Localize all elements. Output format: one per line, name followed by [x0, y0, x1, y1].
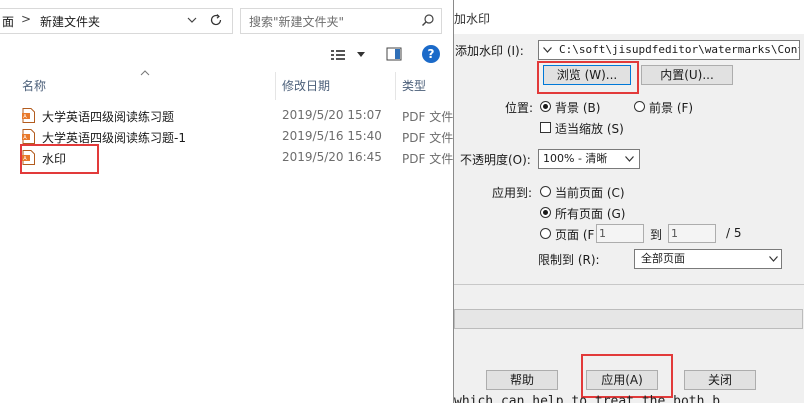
view-dropdown-icon[interactable] [356, 50, 366, 58]
page-to-input[interactable]: 1 [668, 224, 716, 243]
column-header-type[interactable]: 类型 [402, 72, 426, 100]
chevron-down-icon[interactable] [625, 156, 634, 162]
help-button[interactable]: 帮助 [486, 370, 558, 390]
opacity-label: 不透明度(O): [460, 153, 531, 167]
foreground-option-label[interactable]: 前景 (F) [649, 99, 693, 116]
file-row[interactable]: A 水印 2019/5/20 16:45 PDF 文件 [0, 147, 453, 169]
file-explorer-window: 面 > 新建文件夹 搜索"新建文件夹" ? 名称 修改日期 类型 A 大学英语四… [0, 0, 453, 403]
limit-to-value: 全部页面 [641, 252, 685, 265]
watermark-path-value: C:\soft\jisupdfeditor\watermarks\Confide [559, 43, 800, 56]
file-type: PDF 文件 [402, 152, 454, 166]
background-radio[interactable] [540, 101, 551, 112]
page-total-label: / 5 [726, 226, 742, 240]
page-to-label: 到 [650, 228, 663, 242]
search-icon[interactable] [421, 13, 435, 27]
apply-button[interactable]: 应用(A) [586, 370, 658, 390]
background-document-text: which can help to treat the both b [454, 394, 721, 403]
address-segment-parent[interactable]: 面 [2, 13, 14, 30]
add-watermark-label: 添加水印 (I): [455, 44, 524, 58]
file-type: PDF 文件 [402, 131, 454, 145]
file-row[interactable]: A 大学英语四级阅读练习题 2019/5/20 15:07 PDF 文件 [0, 105, 453, 127]
file-row[interactable]: A 大学英语四级阅读练习题-1 2019/5/16 15:40 PDF 文件 [0, 126, 453, 148]
pdf-file-icon: A [22, 150, 35, 165]
opacity-select[interactable]: 100% - 清晰 [538, 149, 640, 169]
dialog-titlebar[interactable]: 加水印 [454, 0, 804, 34]
address-segment-current[interactable]: 新建文件夹 [40, 13, 100, 30]
screen: 面 > 新建文件夹 搜索"新建文件夹" ? 名称 修改日期 类型 A 大学英语四… [0, 0, 804, 403]
chevron-down-icon[interactable] [185, 13, 199, 27]
all-pages-radio[interactable] [540, 207, 551, 218]
builtin-button[interactable]: 内置(U)... [641, 65, 733, 85]
close-button[interactable]: 关闭 [684, 370, 756, 390]
pdf-file-icon: A [22, 108, 35, 123]
current-page-radio[interactable] [540, 186, 551, 197]
search-placeholder: 搜索"新建文件夹" [249, 15, 345, 29]
column-divider[interactable] [275, 72, 276, 100]
separator-line [454, 284, 804, 285]
page-range-radio[interactable] [540, 228, 551, 239]
svg-text:A: A [23, 156, 27, 162]
limit-to-select[interactable]: 全部页面 [634, 249, 782, 269]
file-date: 2019/5/16 15:40 [282, 129, 382, 143]
file-type: PDF 文件 [402, 110, 454, 124]
refresh-icon[interactable] [208, 12, 224, 28]
limit-to-label: 限制到 (R): [538, 253, 600, 267]
pdf-file-icon: A [22, 129, 35, 144]
background-option-label[interactable]: 背景 (B) [555, 99, 600, 116]
column-divider[interactable] [395, 72, 396, 100]
svg-text:A: A [23, 135, 27, 141]
dialog-title: 加水印 [454, 12, 491, 26]
apply-to-label: 应用到: [492, 186, 533, 200]
file-date: 2019/5/20 16:45 [282, 150, 382, 164]
browse-button[interactable]: 浏览 (W)... [543, 65, 631, 85]
file-name[interactable]: 大学英语四级阅读练习题 [42, 108, 174, 125]
current-page-option-label[interactable]: 当前页面 (C) [555, 184, 625, 201]
file-date: 2019/5/20 15:07 [282, 108, 382, 122]
view-toolbar: ? [328, 44, 453, 66]
page-range-option-label[interactable]: 页面 (F [555, 226, 594, 243]
chevron-down-icon[interactable] [769, 256, 778, 262]
opacity-value: 100% - 清晰 [543, 152, 608, 165]
position-label: 位置: [505, 101, 534, 115]
svg-text:A: A [23, 114, 27, 120]
watermark-path-combobox[interactable]: C:\soft\jisupdfeditor\watermarks\Confide [538, 40, 800, 60]
chevron-down-icon[interactable] [543, 47, 552, 53]
progress-bar [454, 309, 803, 329]
search-input[interactable]: 搜索"新建文件夹" [240, 8, 442, 34]
column-header-date[interactable]: 修改日期 [282, 72, 330, 100]
all-pages-option-label[interactable]: 所有页面 (G) [555, 205, 625, 222]
file-name[interactable]: 水印 [42, 150, 66, 167]
help-icon[interactable]: ? [422, 45, 440, 63]
watermark-dialog: 加水印 添加水印 (I): C:\soft\jisupdfeditor\wate… [453, 0, 804, 403]
preview-pane-icon[interactable] [386, 47, 402, 61]
fit-scale-checkbox[interactable] [540, 122, 551, 133]
breadcrumb-separator-icon[interactable]: > [21, 12, 31, 26]
foreground-radio[interactable] [634, 101, 645, 112]
page-from-input[interactable]: 1 [596, 224, 644, 243]
column-header-name[interactable]: 名称 [22, 72, 46, 100]
file-name[interactable]: 大学英语四级阅读练习题-1 [42, 129, 186, 146]
fit-scale-label[interactable]: 适当缩放 (S) [555, 120, 624, 137]
sort-ascending-icon [140, 70, 150, 76]
address-bar[interactable]: 面 > 新建文件夹 [0, 8, 233, 34]
details-view-icon[interactable] [330, 48, 346, 62]
